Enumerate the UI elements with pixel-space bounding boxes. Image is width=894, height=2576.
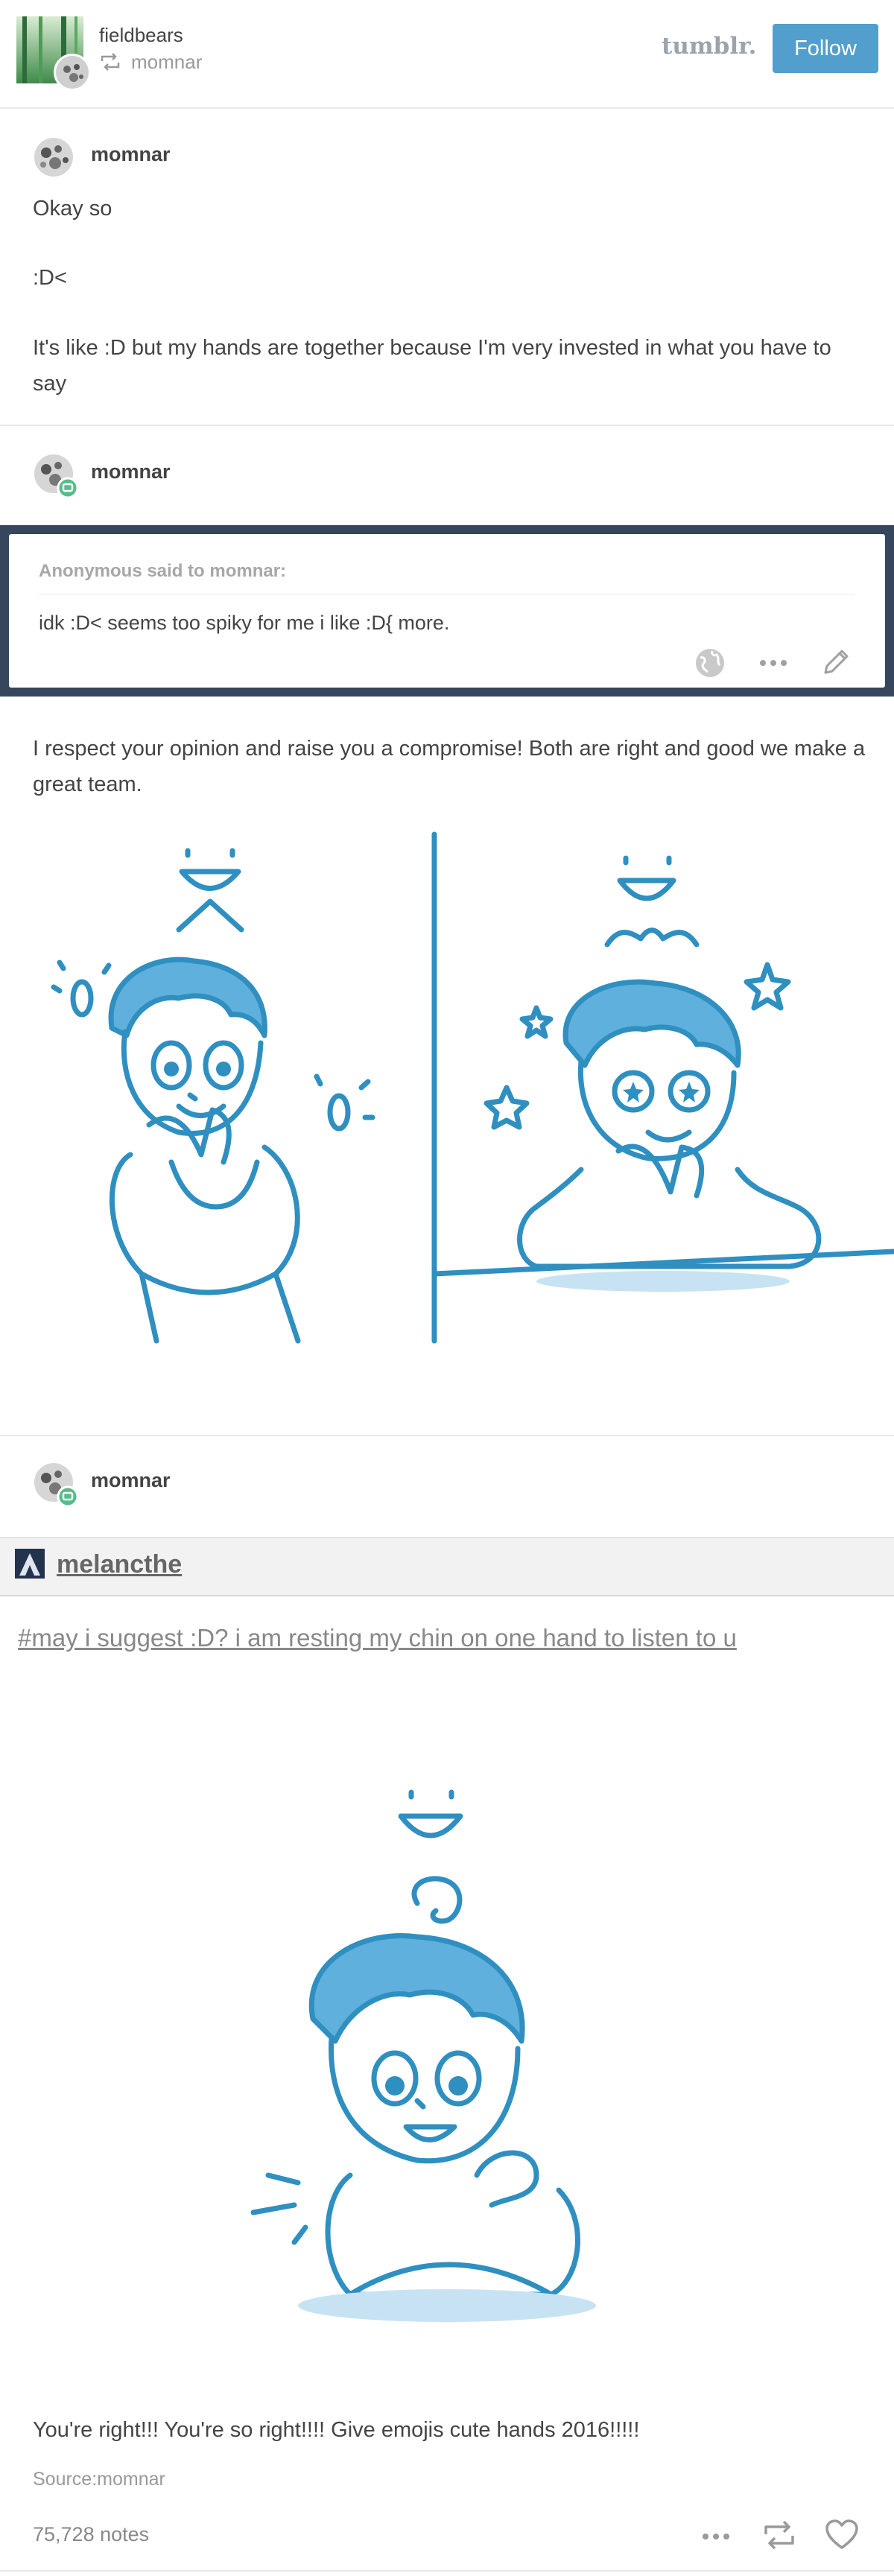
globe-icon[interactable]	[694, 647, 726, 682]
ask-box: Anonymous said to momnar: idk :D< seems …	[0, 525, 894, 697]
reblog-icon[interactable]	[761, 2518, 797, 2556]
follow-button[interactable]: Follow	[773, 24, 878, 73]
post-avatar[interactable]	[33, 453, 79, 503]
post-text-3: It's like :D but my hands are together b…	[33, 336, 831, 396]
post-text-2: :D<	[33, 266, 67, 290]
reblog-avatar[interactable]	[15, 1549, 45, 1579]
more-icon[interactable]	[700, 2525, 732, 2551]
answer-text: I respect your opinion and raise you a c…	[33, 737, 866, 796]
blog-header: fieldbears momnar tumblr. Follow	[0, 0, 894, 104]
divider	[0, 2570, 894, 2572]
divider	[0, 1435, 894, 1436]
ask-question: idk :D< seems too spiky for me i like :D…	[39, 612, 450, 634]
reblog-source-avatar[interactable]	[54, 54, 91, 91]
divider	[0, 107, 894, 109]
left-character	[108, 957, 301, 1344]
tumblr-logo[interactable]: tumblr.	[662, 33, 756, 60]
blog-name[interactable]: fieldbears	[99, 24, 183, 47]
asker-line: Anonymous said to momnar:	[39, 561, 287, 581]
edit-icon[interactable]	[820, 646, 852, 682]
reblog-tag-line[interactable]: #may i suggest :D? i am resting my chin …	[18, 1624, 737, 1652]
chin-rest-image	[0, 1758, 894, 2354]
source-label: Source:	[33, 2469, 98, 2490]
reblog-username[interactable]: melancthe	[57, 1550, 182, 1579]
source-line: Source:momnar	[33, 2469, 165, 2490]
divider	[0, 425, 894, 426]
reblog-header: melancthe	[0, 1537, 894, 1596]
post-avatar[interactable]	[33, 1462, 79, 1511]
source-link[interactable]: momnar	[97, 2469, 165, 2490]
ask-card: Anonymous said to momnar: idk :D< seems …	[9, 534, 885, 688]
more-icon[interactable]	[757, 647, 790, 682]
post-username[interactable]: momnar	[91, 143, 171, 166]
notes-count[interactable]: 75,728 notes	[33, 2523, 149, 2546]
comic-image	[0, 819, 894, 1356]
post-text-1: Okay so	[33, 197, 112, 221]
chin-character	[250, 1933, 596, 2322]
reply-text: You're right!!! You're so right!!!! Give…	[33, 2418, 640, 2442]
reblog-icon	[99, 52, 121, 72]
post-username[interactable]: momnar	[91, 460, 171, 483]
like-icon[interactable]	[824, 2518, 860, 2556]
right-character	[517, 979, 822, 1292]
reblogged-from-name[interactable]: momnar	[131, 51, 202, 74]
post-avatar[interactable]	[33, 136, 74, 182]
left-emoji	[176, 848, 244, 933]
right-emoji	[604, 855, 700, 948]
post-username[interactable]: momnar	[91, 1469, 171, 1492]
chin-emoji	[398, 1789, 463, 1924]
